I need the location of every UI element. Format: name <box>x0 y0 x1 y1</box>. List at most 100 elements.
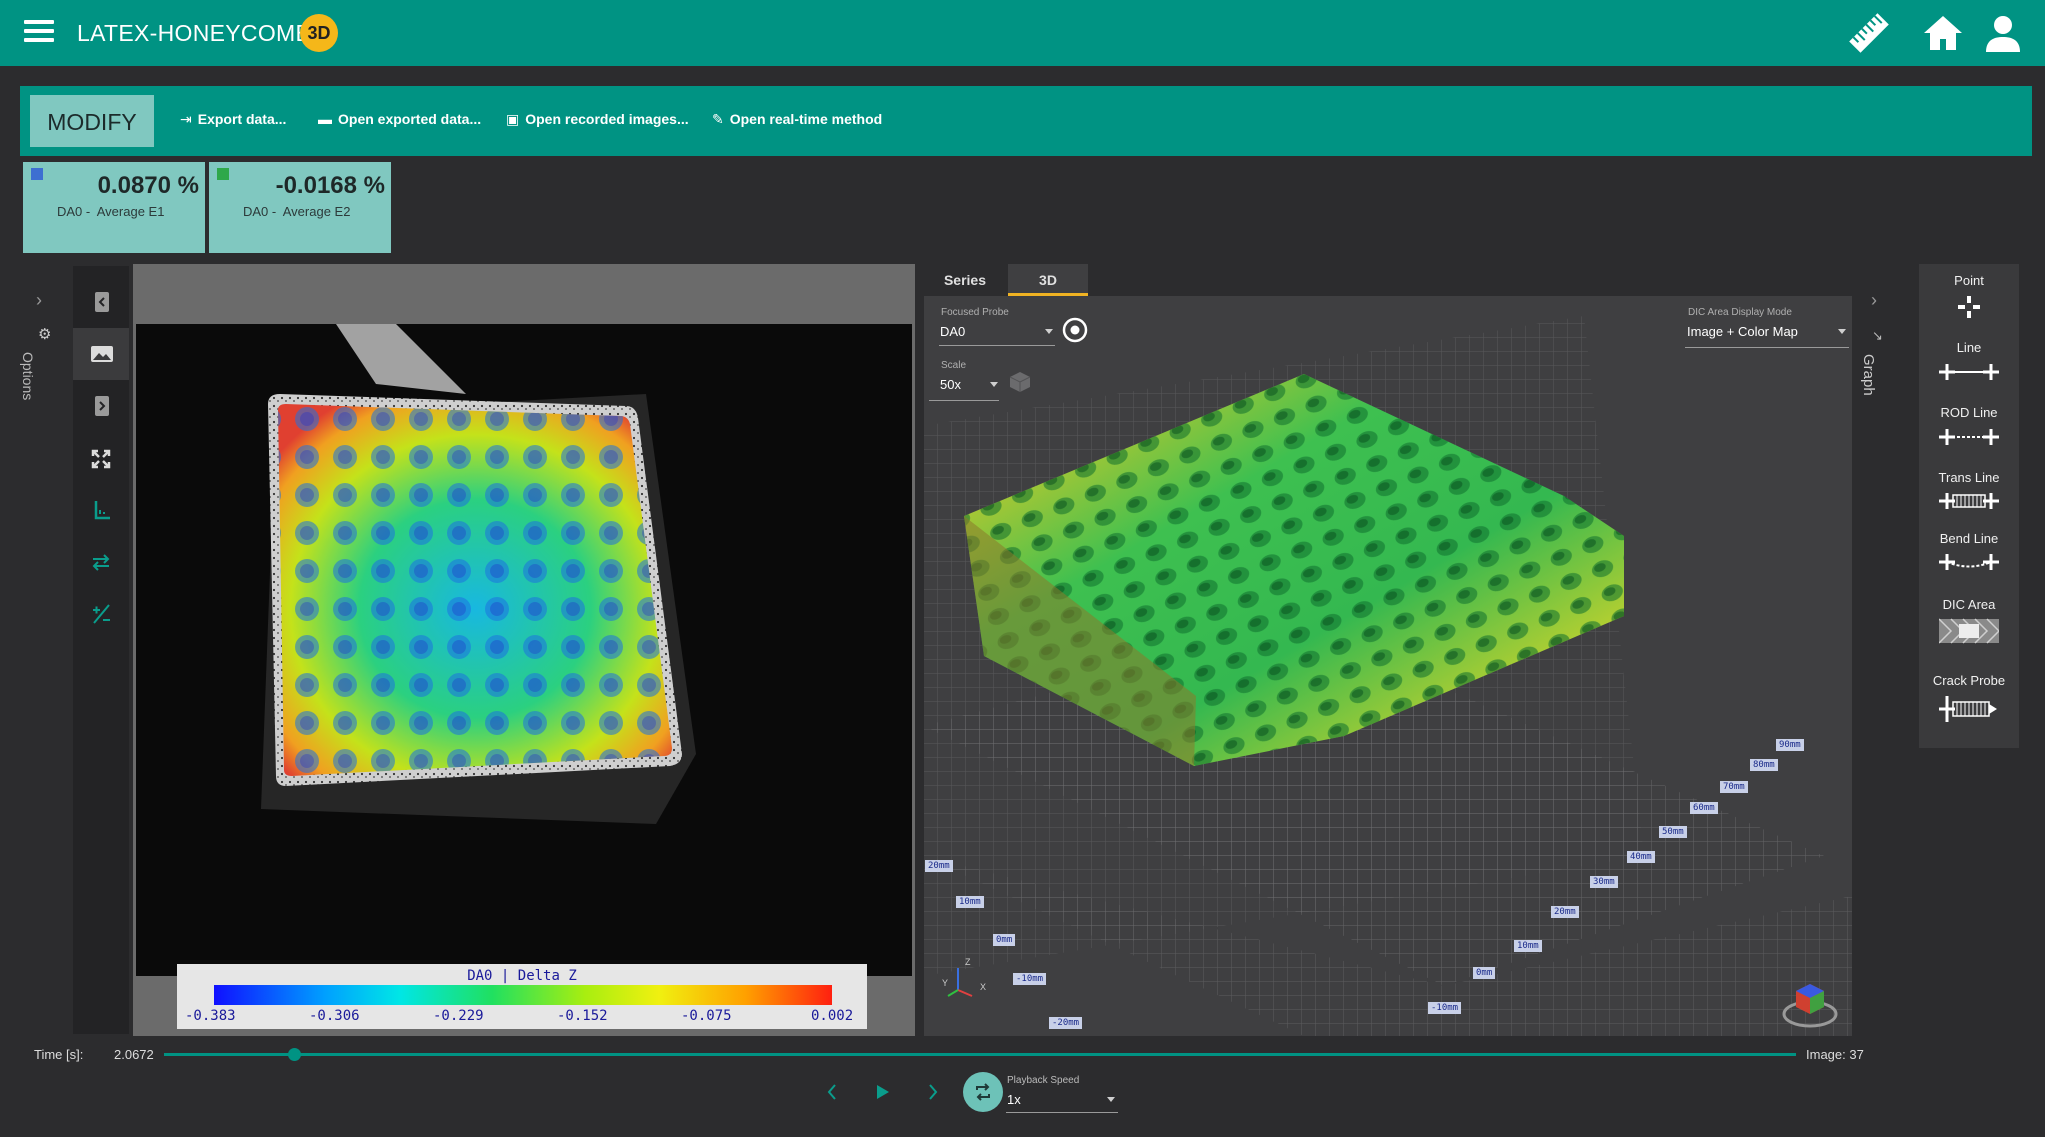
stat-card-e2[interactable]: -0.0168 % DA0 - Average E2 <box>209 162 391 253</box>
eye-icon[interactable] <box>1062 317 1088 343</box>
play-button[interactable] <box>874 1080 892 1104</box>
chart-icon[interactable]: ↘ <box>1872 328 1883 344</box>
export-data-button[interactable]: ⇥ Export data... <box>180 111 286 128</box>
time-label: Time [s]: <box>34 1047 84 1062</box>
axis-triad: Z Y X <box>940 957 990 1000</box>
options-tab[interactable]: Options <box>20 352 36 400</box>
point-probe-icon[interactable] <box>1939 292 1999 322</box>
loop-button[interactable] <box>963 1072 1003 1112</box>
rod-line-probe-icon[interactable] <box>1939 422 1999 452</box>
cube-icon[interactable] <box>1008 370 1032 394</box>
chevron-down-icon <box>1045 329 1053 334</box>
stat-probe: DA0 - <box>57 204 91 219</box>
scale-select[interactable]: 50x <box>940 377 961 392</box>
chevron-down-icon <box>1838 329 1846 334</box>
axis-tick: 90mm <box>1776 739 1804 751</box>
image-index-label: Image: 37 <box>1806 1047 1864 1062</box>
axis-tick: 60mm <box>1690 802 1718 814</box>
next-frame-button[interactable] <box>925 1080 941 1104</box>
view-cube-icon[interactable] <box>1780 974 1840 1030</box>
axis-tick: 20mm <box>1551 906 1579 918</box>
probe-trans-line-label: Trans Line <box>1938 470 2000 485</box>
open-exported-data-button[interactable]: ▬ Open exported data... <box>318 111 481 127</box>
colorbar-legend: DA0 | Delta Z -0.383 -0.306 -0.229 -0.15… <box>177 964 867 1029</box>
playback-speed-label: Playback Speed <box>1007 1075 1080 1086</box>
crack-probe-icon[interactable] <box>1939 694 1999 724</box>
swap-icon[interactable] <box>73 536 129 588</box>
stat-metric: Average E2 <box>282 204 351 219</box>
dic-area-probe-icon[interactable] <box>1938 616 2001 646</box>
colorbar-title: DA0 | Delta Z <box>467 968 577 984</box>
timeline-slider[interactable] <box>164 1053 1796 1056</box>
timeline-slider-thumb[interactable] <box>288 1048 302 1061</box>
stat-metric: Average E1 <box>96 204 165 219</box>
tab-series[interactable]: Series <box>924 264 1006 296</box>
colorbar-tick: -0.383 <box>185 1008 236 1024</box>
axis-tick: 70mm <box>1720 781 1748 793</box>
colorbar-gradient <box>214 985 832 1005</box>
axis-tick: 10mm <box>1514 940 1542 952</box>
gear-icon[interactable]: ⚙ <box>38 325 51 343</box>
user-icon[interactable] <box>1980 10 2026 56</box>
display-mode-select[interactable]: Image + Color Map <box>1687 324 1798 339</box>
tab-3d[interactable]: 3D <box>1008 264 1088 296</box>
time-value: 2.0672 <box>114 1047 154 1062</box>
scale-icon[interactable] <box>73 588 129 640</box>
home-icon[interactable] <box>1920 10 1966 56</box>
stat-probe: DA0 - <box>243 204 277 219</box>
axis-tick: 50mm <box>1659 826 1687 838</box>
scale-label: Scale <box>941 360 967 371</box>
stat-card-e1[interactable]: 0.0870 % DA0 - Average E1 <box>23 162 205 253</box>
open-realtime-method-button[interactable]: ✎ Open real-time method <box>712 111 882 128</box>
axis-tick: 10mm <box>956 896 984 908</box>
playback-speed-select[interactable]: 1x <box>1007 1092 1021 1107</box>
previous-frame-button[interactable] <box>824 1080 840 1104</box>
axis-tick: -10mm <box>1013 973 1047 985</box>
chevron-down-icon <box>990 382 998 387</box>
triad-x-label: X <box>980 982 987 992</box>
chevron-down-icon <box>1107 1097 1115 1102</box>
expand-options-icon[interactable]: › <box>36 290 42 311</box>
graph-tab[interactable]: Graph <box>1860 354 1877 396</box>
modify-button[interactable]: MODIFY <box>30 95 154 147</box>
open-recorded-label: Open recorded images... <box>525 111 689 127</box>
axis-tick: 30mm <box>1590 876 1618 888</box>
trans-line-probe-icon[interactable] <box>1939 486 1999 516</box>
export-icon: ⇥ <box>180 111 192 127</box>
fit-screen-icon[interactable] <box>73 432 129 484</box>
menu-icon[interactable] <box>24 20 54 46</box>
app-title: LATEX-HONEYCOMB <box>77 20 312 46</box>
open-realtime-label: Open real-time method <box>729 111 883 127</box>
axis-tick: 20mm <box>925 860 953 872</box>
open-recorded-images-button[interactable]: ▣ Open recorded images... <box>506 111 689 128</box>
bend-line-probe-icon[interactable] <box>1939 547 1999 577</box>
series-color-swatch <box>217 168 229 180</box>
collapse-left-button[interactable] <box>73 276 129 328</box>
series-color-swatch <box>31 168 43 180</box>
axis-tick: 0mm <box>1473 967 1496 979</box>
camera-image-with-strain-map[interactable] <box>136 324 912 976</box>
probe-rod-line-label: ROD Line <box>1940 405 1998 420</box>
probe-crack-label: Crack Probe <box>1932 673 2006 688</box>
focused-probe-select[interactable]: DA0 <box>940 324 965 339</box>
select-underline <box>939 345 1055 346</box>
stat-value: -0.0168 % <box>275 172 385 199</box>
probe-bend-line-label: Bend Line <box>1939 531 1999 546</box>
colorbar-tick: -0.306 <box>309 1008 360 1024</box>
probe-dic-area-label: DIC Area <box>1942 597 1996 612</box>
expand-graph-icon[interactable]: › <box>1871 290 1877 311</box>
probe-palette: Point Line ROD Line Trans Line Bend Line… <box>1919 264 2019 748</box>
open-exported-label: Open exported data... <box>338 111 482 127</box>
image-view-button[interactable] <box>73 328 129 380</box>
3d-viewer-panel[interactable] <box>924 296 1852 1036</box>
stat-label: DA0 - Average E2 <box>243 204 350 219</box>
select-underline <box>1006 1112 1118 1113</box>
triad-y-label: Y <box>942 978 949 988</box>
pencil-icon: ✎ <box>712 111 724 127</box>
colorbar-tick: -0.075 <box>681 1008 732 1024</box>
colorbar-tick: -0.229 <box>433 1008 484 1024</box>
line-probe-icon[interactable] <box>1939 357 1999 387</box>
ruler-icon[interactable] <box>1846 10 1892 56</box>
axes-icon[interactable] <box>73 484 129 536</box>
collapse-right-button[interactable] <box>73 380 129 432</box>
